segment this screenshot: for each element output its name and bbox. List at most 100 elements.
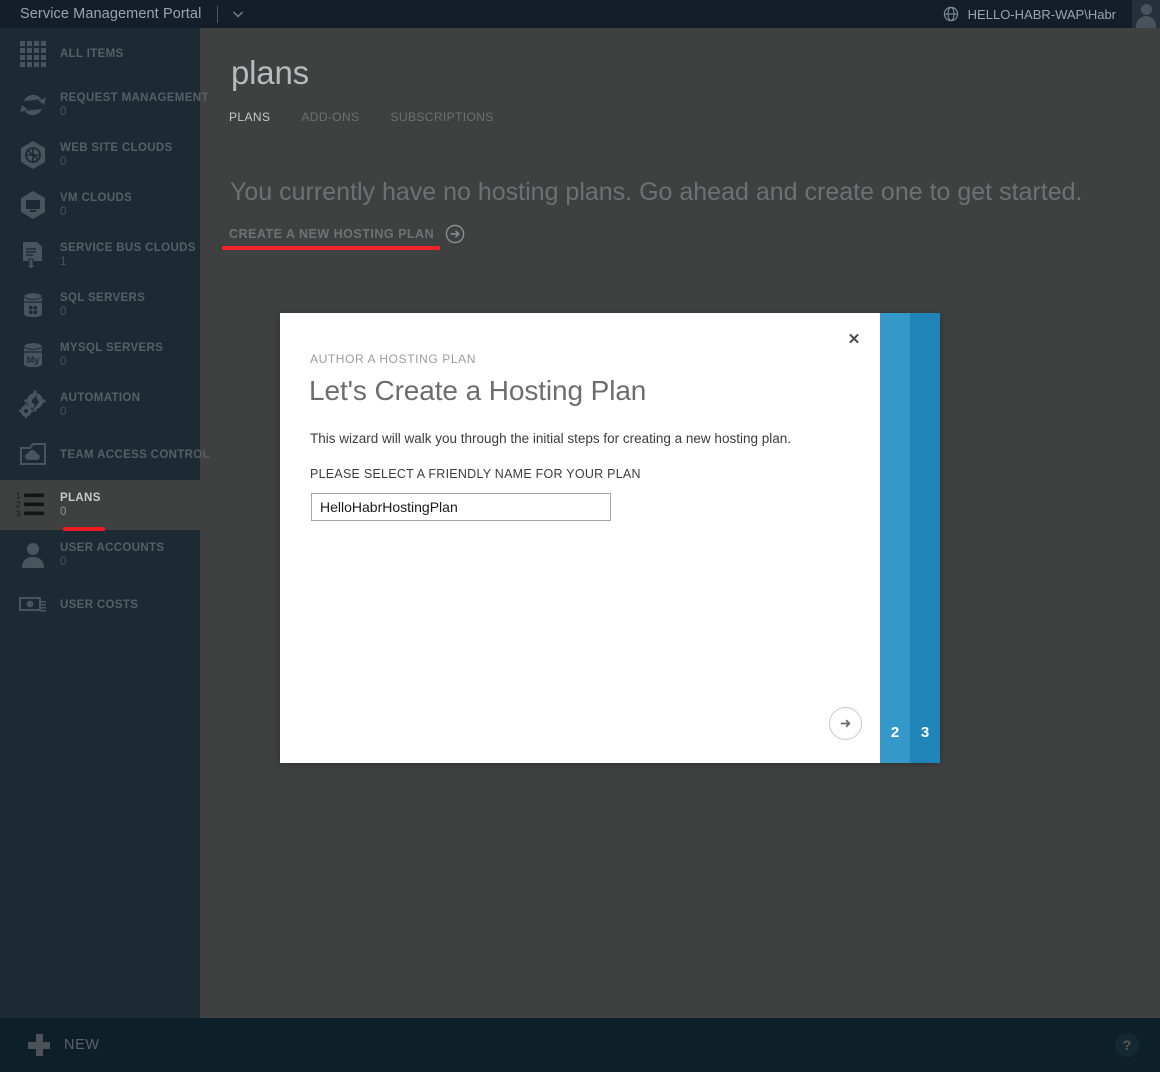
help-icon[interactable]: ? xyxy=(1115,1033,1139,1057)
sidebar-item-plans[interactable]: 123 PLANS 0 xyxy=(0,480,200,530)
sidebar-item-count: 0 xyxy=(60,405,67,418)
sidebar-item-request-management[interactable]: REQUEST MANAGEMENT 0 xyxy=(0,80,208,130)
sidebar-item-count: 1 xyxy=(60,255,67,268)
annotation-underline-plans xyxy=(63,527,105,531)
create-hosting-plan-link[interactable]: CREATE A NEW HOSTING PLAN xyxy=(229,224,465,244)
wizard-eyebrow: AUTHOR A HOSTING PLAN xyxy=(310,352,476,366)
new-button[interactable]: NEW xyxy=(64,1037,100,1053)
sidebar-item-count: 0 xyxy=(60,155,67,168)
sidebar-item-service-bus-clouds[interactable]: SERVICE BUS CLOUDS 1 xyxy=(0,230,200,280)
sidebar-item-text: SQL SERVERS 0 xyxy=(60,291,145,320)
sidebar-item-label: ALL ITEMS xyxy=(60,48,124,60)
sidebar-item-label: PLANS xyxy=(60,491,101,504)
sidebar-item-sql-servers[interactable]: SQL SERVERS 0 xyxy=(0,280,200,330)
empty-state-message: You currently have no hosting plans. Go … xyxy=(230,178,1083,206)
header-divider xyxy=(217,5,219,23)
sidebar-item-count: 0 xyxy=(60,205,67,218)
sidebar-item-text: PLANS 0 xyxy=(60,491,101,520)
sidebar-item-count: 0 xyxy=(60,555,67,568)
globe-hexagon-icon xyxy=(12,134,54,176)
sidebar-item-user-costs[interactable]: USER COSTS xyxy=(0,580,200,630)
wizard-step-3[interactable]: 3 xyxy=(910,313,940,763)
tab-subscriptions[interactable]: SUBSCRIPTIONS xyxy=(391,110,494,124)
sidebar-item-label: REQUEST MANAGEMENT xyxy=(60,91,209,104)
content-tabs: PLANS ADD-ONS SUBSCRIPTIONS xyxy=(229,110,525,124)
sidebar-item-count: 0 xyxy=(60,305,67,318)
create-hosting-plan-label: CREATE A NEW HOSTING PLAN xyxy=(229,227,435,241)
sidebar-item-mysql-servers[interactable]: My MYSQL SERVERS 0 xyxy=(0,330,200,380)
sidebar-item-label: AUTOMATION xyxy=(60,391,141,404)
sidebar-item-web-site-clouds[interactable]: WEB SITE CLOUDS 0 xyxy=(0,130,200,180)
money-icon xyxy=(12,584,54,626)
avatar-head xyxy=(1140,4,1152,15)
plus-icon-vertical xyxy=(35,1034,43,1056)
wizard-next-button[interactable] xyxy=(829,707,862,740)
sidebar-item-label: USER ACCOUNTS xyxy=(60,541,165,554)
sidebar-item-label: WEB SITE CLOUDS xyxy=(60,141,173,154)
sidebar-item-count: 0 xyxy=(60,355,67,368)
sidebar: ALL ITEMS REQUEST MANAGEMENT 0 WEB SITE … xyxy=(0,28,210,1018)
sidebar-item-count: 0 xyxy=(60,105,67,118)
sidebar-item-label: USER COSTS xyxy=(60,599,139,611)
grid-icon xyxy=(12,33,54,75)
close-icon[interactable]: ✕ xyxy=(841,326,867,352)
page-title: plans xyxy=(231,54,309,91)
wizard-step-2[interactable]: 2 xyxy=(880,313,910,763)
svg-text:3: 3 xyxy=(16,510,21,519)
svg-text:My: My xyxy=(27,355,40,365)
sidebar-item-count: 0 xyxy=(60,505,67,518)
globe-icon[interactable] xyxy=(943,6,959,22)
tab-plans[interactable]: PLANS xyxy=(229,110,270,124)
sidebar-item-label: VM CLOUDS xyxy=(60,191,133,204)
sidebar-item-vm-clouds[interactable]: VM CLOUDS 0 xyxy=(0,180,200,230)
sidebar-item-label: MYSQL SERVERS xyxy=(60,341,164,354)
sidebar-item-user-accounts[interactable]: USER ACCOUNTS 0 xyxy=(0,530,200,580)
sidebar-item-text: AUTOMATION 0 xyxy=(60,391,140,420)
sidebar-item-text: ALL ITEMS xyxy=(60,47,124,61)
annotation-underline-create-link xyxy=(222,246,440,250)
sidebar-item-text: MYSQL SERVERS 0 xyxy=(60,341,163,370)
avatar[interactable] xyxy=(1132,0,1160,28)
document-download-icon xyxy=(12,234,54,276)
avatar-body xyxy=(1136,16,1156,28)
hosting-plan-wizard-dialog: ✕ AUTHOR A HOSTING PLAN Let's Create a H… xyxy=(280,313,940,763)
plan-name-input[interactable] xyxy=(311,493,611,521)
sidebar-item-label: SERVICE BUS CLOUDS xyxy=(60,241,196,254)
svg-text:2: 2 xyxy=(16,501,21,510)
sidebar-item-text: USER ACCOUNTS 0 xyxy=(60,541,164,570)
wizard-step-2-number: 2 xyxy=(890,724,900,741)
sidebar-item-text: SERVICE BUS CLOUDS 1 xyxy=(60,241,196,270)
account-name[interactable]: HELLO-HABR-WAP\Habr xyxy=(968,7,1116,22)
sidebar-item-text: REQUEST MANAGEMENT 0 xyxy=(60,91,209,120)
sidebar-item-label: TEAM ACCESS CONTROL xyxy=(60,449,210,461)
top-header-bar: Service Management Portal HELLO-HABR-WAP… xyxy=(0,0,1160,28)
sidebar-item-team-access-control[interactable]: TEAM ACCESS CONTROL xyxy=(0,430,210,480)
sidebar-item-text: USER COSTS xyxy=(60,598,138,612)
sidebar-item-text: TEAM ACCESS CONTROL xyxy=(60,448,210,462)
wizard-step-3-number: 3 xyxy=(920,724,930,741)
database-mysql-icon: My xyxy=(12,334,54,376)
numbered-list-icon: 123 xyxy=(12,484,54,526)
wizard-panel: ✕ AUTHOR A HOSTING PLAN Let's Create a H… xyxy=(280,313,880,763)
tab-add-ons[interactable]: ADD-ONS xyxy=(301,110,359,124)
monitor-hexagon-icon xyxy=(12,184,54,226)
sidebar-item-text: WEB SITE CLOUDS 0 xyxy=(60,141,173,170)
wizard-title: Let's Create a Hosting Plan xyxy=(309,375,647,406)
plus-icon[interactable] xyxy=(28,1034,50,1056)
sidebar-item-automation[interactable]: AUTOMATION 0 xyxy=(0,380,200,430)
database-windows-icon xyxy=(12,284,54,326)
app-title: Service Management Portal xyxy=(20,6,202,22)
person-icon xyxy=(12,534,54,576)
chevron-down-icon[interactable] xyxy=(231,7,245,21)
bottom-command-bar: NEW ? xyxy=(0,1018,1160,1072)
sidebar-item-text: VM CLOUDS 0 xyxy=(60,191,132,220)
gears-bolt-icon xyxy=(12,384,54,426)
svg-text:1: 1 xyxy=(16,492,21,501)
recycle-arrows-icon xyxy=(12,84,54,126)
sidebar-item-label: SQL SERVERS xyxy=(60,291,146,304)
cloud-frame-icon xyxy=(12,434,54,476)
plan-name-label: PLEASE SELECT A FRIENDLY NAME FOR YOUR P… xyxy=(310,467,641,481)
sidebar-item-all-items[interactable]: ALL ITEMS xyxy=(0,28,200,80)
arrow-right-circle-icon xyxy=(445,224,465,244)
wizard-description: This wizard will walk you through the in… xyxy=(310,431,791,446)
